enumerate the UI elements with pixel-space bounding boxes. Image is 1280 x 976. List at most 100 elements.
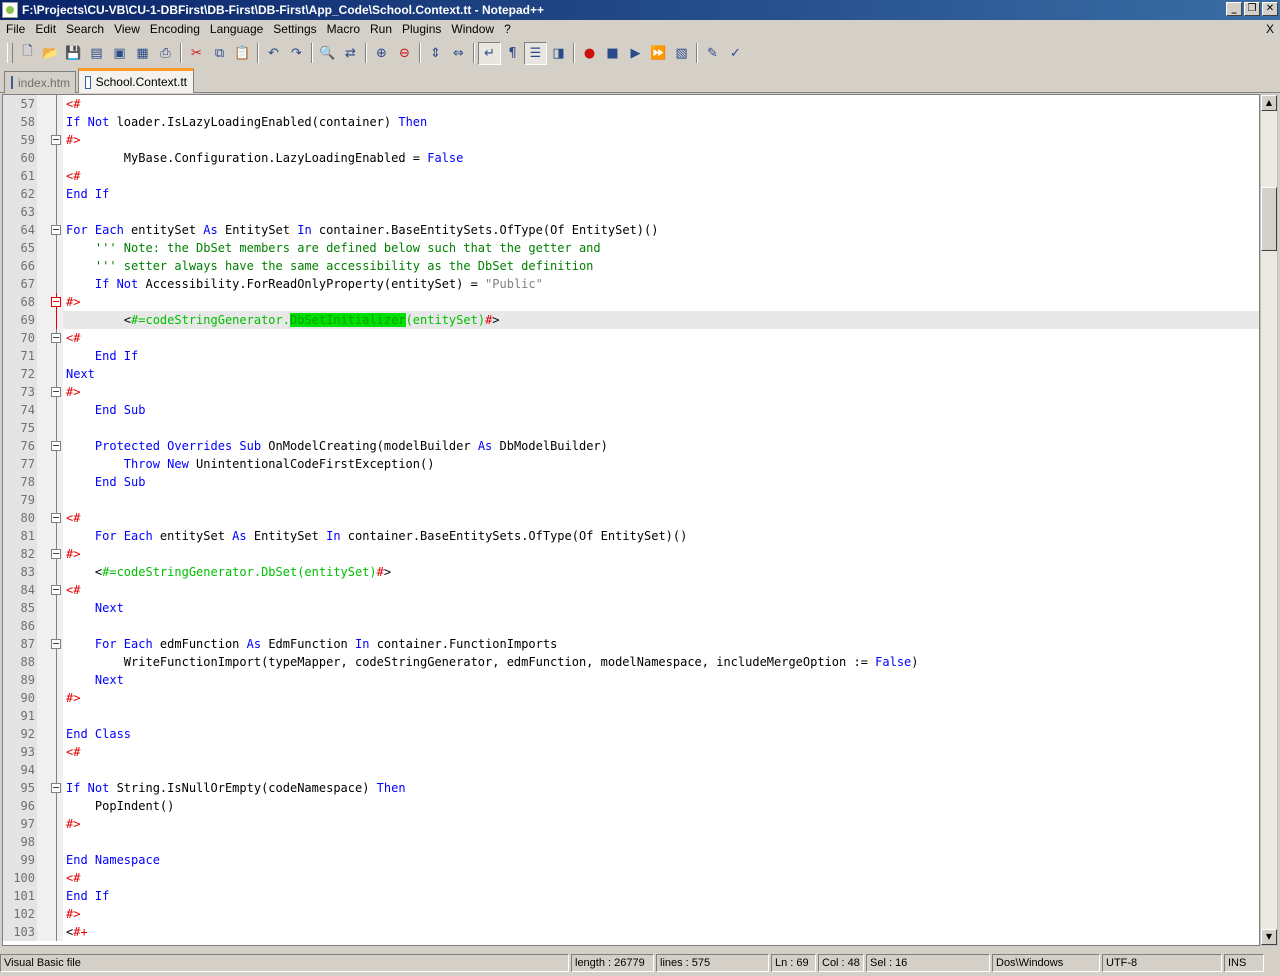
code-line[interactable]: 66 ''' setter always have the same acces… [3, 257, 1259, 275]
save-icon[interactable]: 💾 [62, 42, 85, 65]
code-line[interactable]: 99 End Namespace [3, 851, 1259, 869]
paste-icon[interactable]: 📋 [231, 42, 254, 65]
fold-toggle[interactable] [37, 437, 63, 455]
sync-horizontal-icon[interactable]: ⇔ [447, 42, 470, 65]
restore-button[interactable]: ❐ [1244, 2, 1260, 16]
code-line[interactable]: 92 End Class [3, 725, 1259, 743]
toolbar-grip[interactable] [7, 43, 13, 63]
find-icon[interactable]: 🔍 [316, 42, 339, 65]
menu-run[interactable]: Run [366, 20, 398, 38]
menu-search[interactable]: Search [62, 20, 110, 38]
code-line[interactable]: 63 [3, 203, 1259, 221]
code-line[interactable]: 87 For Each edmFunction As EdmFunction I… [3, 635, 1259, 653]
menu-file[interactable]: File [2, 20, 31, 38]
menu-encoding[interactable]: Encoding [146, 20, 206, 38]
code-line[interactable]: 76 Protected Overrides Sub OnModelCreati… [3, 437, 1259, 455]
code-line[interactable]: 89 Next [3, 671, 1259, 689]
code-line[interactable]: 74 End Sub [3, 401, 1259, 419]
code-line[interactable]: 57 <# [3, 95, 1259, 113]
code-line[interactable]: 81 For Each entitySet As EntitySet In co… [3, 527, 1259, 545]
vertical-scrollbar[interactable]: ▲ ▼ [1260, 94, 1278, 946]
code-line[interactable]: 80 <# [3, 509, 1259, 527]
zoom-out-icon[interactable]: ⊖ [393, 42, 416, 65]
fold-toggle[interactable] [37, 581, 63, 599]
code-line[interactable]: 97 #> [3, 815, 1259, 833]
code-line[interactable]: 91 [3, 707, 1259, 725]
close-all-icon[interactable]: ▦ [131, 42, 154, 65]
fold-toggle[interactable] [37, 293, 63, 311]
copy-icon[interactable]: ⧉ [208, 42, 231, 65]
notepadpp-app-icon[interactable] [2, 2, 18, 18]
code-line[interactable]: 73 #> [3, 383, 1259, 401]
tab-index-htm[interactable]: index.htm [4, 71, 76, 93]
code-line[interactable]: 61 <# [3, 167, 1259, 185]
code-line[interactable]: 93 <# [3, 743, 1259, 761]
record-macro-icon[interactable]: ● [578, 42, 601, 65]
code-line[interactable]: 62 End If [3, 185, 1259, 203]
sync-vertical-icon[interactable]: ⇕ [424, 42, 447, 65]
menu-window[interactable]: Window [447, 20, 500, 38]
run-multiple-icon[interactable]: ⏩ [647, 42, 670, 65]
code-line[interactable]: 60 MyBase.Configuration.LazyLoadingEnabl… [3, 149, 1259, 167]
fold-toggle[interactable] [37, 131, 63, 149]
trim-icon[interactable]: ✎ [701, 42, 724, 65]
menu-help[interactable]: ? [500, 20, 517, 38]
menu-view[interactable]: View [110, 20, 146, 38]
code-line[interactable]: 95 If Not String.IsNullOrEmpty(codeNamesp… [3, 779, 1259, 797]
code-line[interactable]: 65 ''' Note: the DbSet members are defin… [3, 239, 1259, 257]
word-wrap-icon[interactable]: ↵ [478, 41, 501, 65]
open-icon[interactable]: 📂 [39, 42, 62, 65]
menu-macro[interactable]: Macro [323, 20, 366, 38]
code-line[interactable]: 70 <# [3, 329, 1259, 347]
code-line[interactable]: 58 If Not loader.IsLazyLoadingEnabled(con… [3, 113, 1259, 131]
code-line[interactable]: 86 [3, 617, 1259, 635]
menu-plugins[interactable]: Plugins [398, 20, 447, 38]
close-icon[interactable]: ▣ [108, 42, 131, 65]
code-line[interactable]: 88 WriteFunctionImport(typeMapper, codeS… [3, 653, 1259, 671]
menu-edit[interactable]: Edit [31, 20, 62, 38]
fold-toggle[interactable] [37, 509, 63, 527]
stop-record-icon[interactable]: ■ [601, 42, 624, 65]
menu-settings[interactable]: Settings [269, 20, 322, 38]
code-line[interactable]: 71 End If [3, 347, 1259, 365]
code-line[interactable]: 103 <#+ [3, 923, 1259, 941]
code-line[interactable]: 83 <#=codeStringGenerator.DbSet(entitySe… [3, 563, 1259, 581]
code-editor[interactable]: 57 <# 58 If Not loader.IsLazyLoadingEnabled… [2, 94, 1260, 946]
menu-language[interactable]: Language [206, 20, 269, 38]
play-macro-icon[interactable]: ▶ [624, 42, 647, 65]
fold-toggle[interactable] [37, 221, 63, 239]
indent-guide-icon[interactable]: ☰ [524, 41, 547, 65]
close-document-button[interactable]: X [1266, 20, 1274, 38]
code-line[interactable]: 59 #> [3, 131, 1259, 149]
scroll-thumb[interactable] [1261, 187, 1277, 251]
code-line[interactable]: 85 Next [3, 599, 1259, 617]
minimize-button[interactable]: _ [1226, 2, 1242, 16]
fold-toggle[interactable] [37, 383, 63, 401]
code-line[interactable]: 68 #> [3, 293, 1259, 311]
undo-icon[interactable]: ↶ [262, 42, 285, 65]
code-line[interactable]: 98 [3, 833, 1259, 851]
code-line[interactable]: 64 For Each entitySet As EntitySet In con… [3, 221, 1259, 239]
code-line[interactable]: 67 If Not Accessibility.ForReadOnlyPrope… [3, 275, 1259, 293]
code-line[interactable]: 84 <# [3, 581, 1259, 599]
spellcheck-icon[interactable]: ✓ [724, 42, 747, 65]
scroll-up-button[interactable]: ▲ [1261, 95, 1277, 111]
save-all-icon[interactable]: ▤ [85, 42, 108, 65]
zoom-in-icon[interactable]: ⊕ [370, 42, 393, 65]
scroll-down-button[interactable]: ▼ [1261, 929, 1277, 945]
fold-toggle[interactable] [37, 329, 63, 347]
new-icon[interactable]: 🗋 [16, 42, 39, 65]
cut-icon[interactable]: ✂ [185, 42, 208, 65]
user-lang-icon[interactable]: ◨ [547, 42, 570, 65]
code-line[interactable]: 69 <#=codeStringGenerator.DbSetInitializ… [3, 311, 1259, 329]
code-line[interactable]: 102 #> [3, 905, 1259, 923]
redo-icon[interactable]: ↷ [285, 42, 308, 65]
show-all-chars-icon[interactable]: ¶ [501, 42, 524, 65]
fold-toggle[interactable] [37, 779, 63, 797]
code-line[interactable]: 82 #> [3, 545, 1259, 563]
code-line[interactable]: 96 PopIndent() [3, 797, 1259, 815]
replace-icon[interactable]: ⇄ [339, 42, 362, 65]
code-line[interactable]: 94 [3, 761, 1259, 779]
code-line[interactable]: 72 Next [3, 365, 1259, 383]
code-line[interactable]: 79 [3, 491, 1259, 509]
